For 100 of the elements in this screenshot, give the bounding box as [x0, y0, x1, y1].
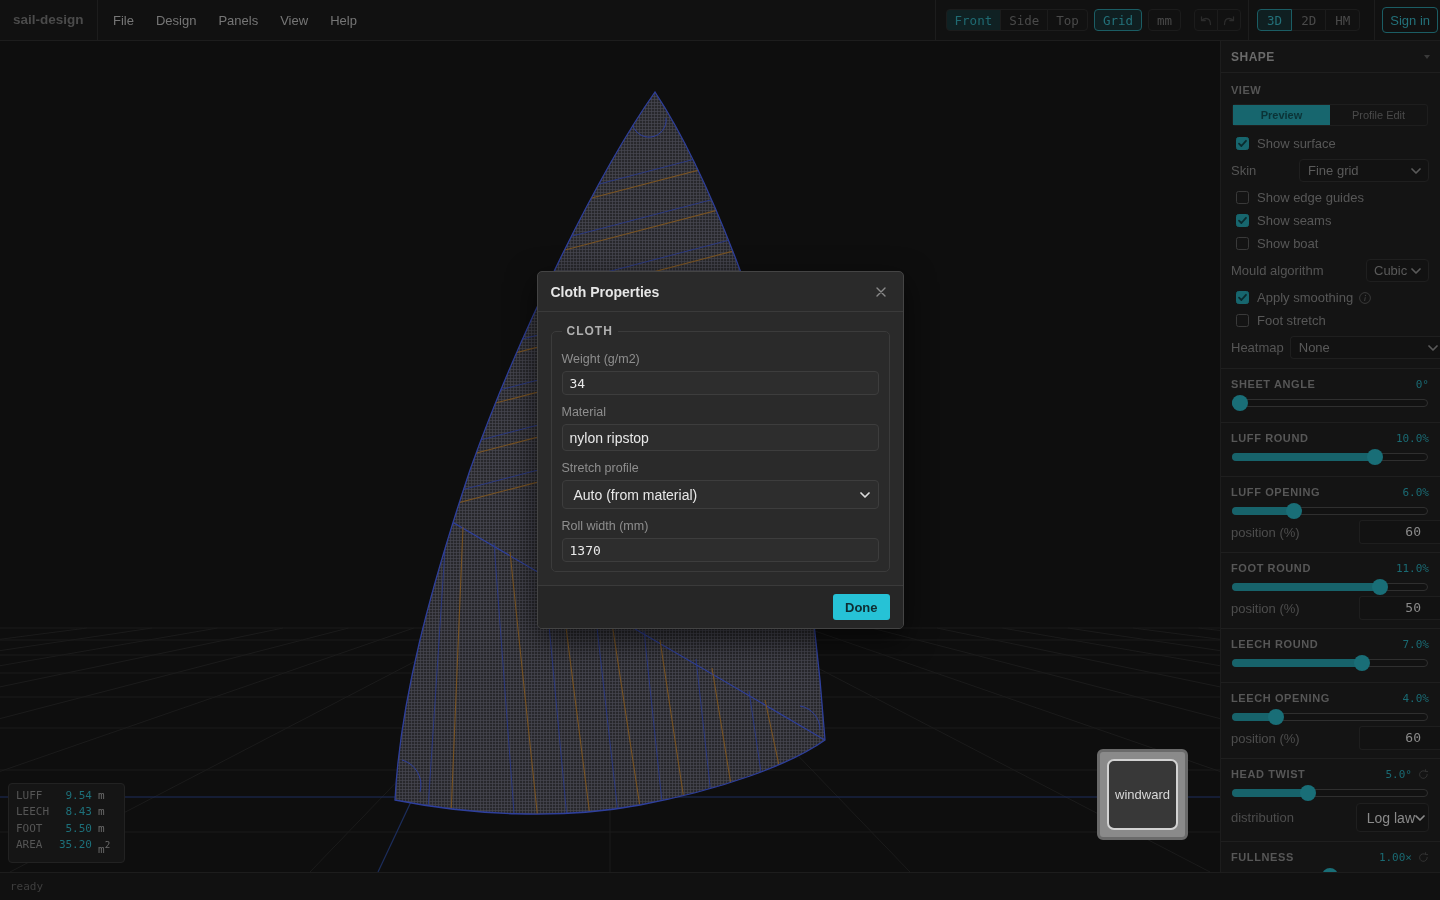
toggle-button[interactable]: Grid	[1093, 9, 1142, 31]
caret-icon	[1411, 167, 1421, 174]
slider-reading: 6.0%	[1402, 485, 1429, 499]
panel-title: SHAPE	[1231, 49, 1275, 64]
checkbox[interactable]	[1236, 214, 1249, 227]
checkbox-label: Show seams	[1257, 213, 1332, 228]
slider-reading: 4.0%	[1402, 691, 1429, 705]
slider[interactable]	[1232, 395, 1428, 411]
stat-unit: m	[98, 804, 106, 821]
stat-unit: m	[98, 787, 106, 804]
stat-value: 5.50	[64, 820, 92, 837]
slider-thumb[interactable]	[1286, 503, 1302, 519]
app-title: sail-design	[0, 0, 98, 40]
menu-item[interactable]: Help	[319, 6, 368, 34]
slider-thumb[interactable]	[1268, 709, 1284, 725]
field-label: Mould algorithm	[1231, 263, 1324, 278]
stat-value: 8.43	[64, 804, 92, 821]
slider-thumb[interactable]	[1367, 449, 1383, 465]
menu-item[interactable]: View	[269, 6, 320, 34]
dropdown[interactable]: Log law	[1355, 803, 1429, 832]
slider-thumb[interactable]	[1232, 395, 1248, 411]
text-field[interactable]: nylon ripstop	[561, 424, 879, 451]
slider-reading: 10.0%	[1395, 431, 1429, 445]
slider-label: FULLNESS	[1231, 851, 1294, 863]
slider[interactable]	[1232, 785, 1428, 801]
stat-label: LUFF	[16, 787, 44, 804]
slider[interactable]	[1232, 655, 1428, 671]
mode-tab[interactable]: 2D	[1291, 9, 1327, 31]
slider-label: LUFF ROUND	[1231, 432, 1309, 444]
slider-thumb[interactable]	[1372, 579, 1389, 595]
curved-arrow-icon	[1200, 14, 1213, 26]
field-label: position (%)	[1231, 524, 1300, 540]
curved-arrow-icon	[1223, 14, 1236, 26]
checkbox-label: Show surface	[1257, 136, 1336, 151]
stat-label: AREA	[16, 836, 44, 853]
slider-thumb[interactable]	[1300, 785, 1317, 801]
slider-label: LEECH ROUND	[1231, 638, 1319, 650]
done-button[interactable]: Done	[833, 594, 890, 620]
number-field[interactable]: 60	[1359, 726, 1440, 750]
field-label: position (%)	[1231, 600, 1300, 616]
menu-item[interactable]: Design	[144, 6, 208, 34]
field-label: Stretch profile	[561, 460, 640, 476]
caret-icon	[1424, 54, 1430, 59]
close-icon	[875, 286, 886, 297]
slider-thumb[interactable]	[1354, 655, 1371, 671]
mode-tab[interactable]: HM	[1325, 9, 1361, 31]
dropdown[interactable]: Cubic	[1366, 259, 1429, 282]
checkbox-label: Show boat	[1257, 236, 1319, 251]
checkbox[interactable]	[1236, 137, 1249, 150]
field-label: Weight (g/m2)	[561, 351, 641, 367]
field-label: position (%)	[1231, 730, 1300, 746]
view-cube[interactable]: windward	[1097, 749, 1188, 840]
slider-label: LUFF OPENING	[1231, 486, 1321, 498]
sign-in-button[interactable]: Sign in	[1382, 7, 1438, 33]
dropdown[interactable]: None	[1289, 336, 1440, 359]
number-field[interactable]: 34	[561, 371, 879, 395]
slider[interactable]	[1232, 579, 1428, 595]
slider-label: FOOT ROUND	[1231, 562, 1311, 574]
caret-icon	[1411, 267, 1421, 274]
slider[interactable]	[1232, 709, 1428, 725]
stat-value: 9.54	[64, 787, 92, 804]
number-field[interactable]: 1370	[561, 538, 879, 562]
slider-label: HEAD TWIST	[1231, 768, 1306, 780]
checkbox-label: Show edge guides	[1257, 190, 1364, 205]
checkbox[interactable]	[1236, 291, 1249, 304]
group-legend: CLOTH	[561, 324, 618, 338]
slider-label: LEECH OPENING	[1231, 692, 1330, 704]
slider-reading: 11.0%	[1395, 561, 1429, 575]
dropdown[interactable]: Fine grid	[1299, 159, 1429, 182]
view-tab[interactable]: Side	[1000, 9, 1049, 31]
field-label: Heatmap	[1231, 340, 1284, 355]
number-field[interactable]: 60	[1359, 520, 1440, 544]
dialog-title: Cloth Properties	[550, 283, 660, 300]
slider[interactable]	[1232, 449, 1428, 465]
stat-label: FOOT	[16, 820, 44, 837]
field-label: Roll width (mm)	[561, 518, 650, 534]
stat-unit: m$^{2}$	[98, 837, 111, 858]
menu-item[interactable]: Panels	[207, 6, 270, 34]
field-label: distribution	[1231, 810, 1294, 825]
checkbox[interactable]	[1236, 314, 1249, 327]
slider-reading: 0°	[1415, 377, 1429, 391]
slider[interactable]	[1232, 503, 1428, 519]
slider-reading: 5.0°	[1385, 767, 1412, 781]
slider-label: SHEET ANGLE	[1231, 378, 1316, 390]
menu-item[interactable]: File	[102, 6, 145, 34]
view-tab[interactable]: Front	[945, 9, 1002, 31]
dropdown[interactable]: Auto (from material)	[561, 480, 879, 509]
checkbox[interactable]	[1236, 237, 1249, 250]
caret-icon	[1428, 344, 1438, 351]
field-label: Material	[561, 404, 607, 420]
view-tab[interactable]: Top	[1047, 9, 1088, 31]
slider-reading: 7.0%	[1402, 637, 1429, 651]
caret-icon	[1415, 814, 1425, 821]
mode-tab[interactable]: 3D	[1257, 9, 1293, 31]
section-heading: VIEW	[1231, 83, 1263, 97]
slider-reading: 1.00×	[1378, 850, 1412, 864]
number-field[interactable]: 50	[1359, 596, 1440, 620]
caret-icon	[859, 491, 870, 498]
checkbox[interactable]	[1236, 191, 1249, 204]
stat-label: LEECH	[16, 804, 51, 821]
